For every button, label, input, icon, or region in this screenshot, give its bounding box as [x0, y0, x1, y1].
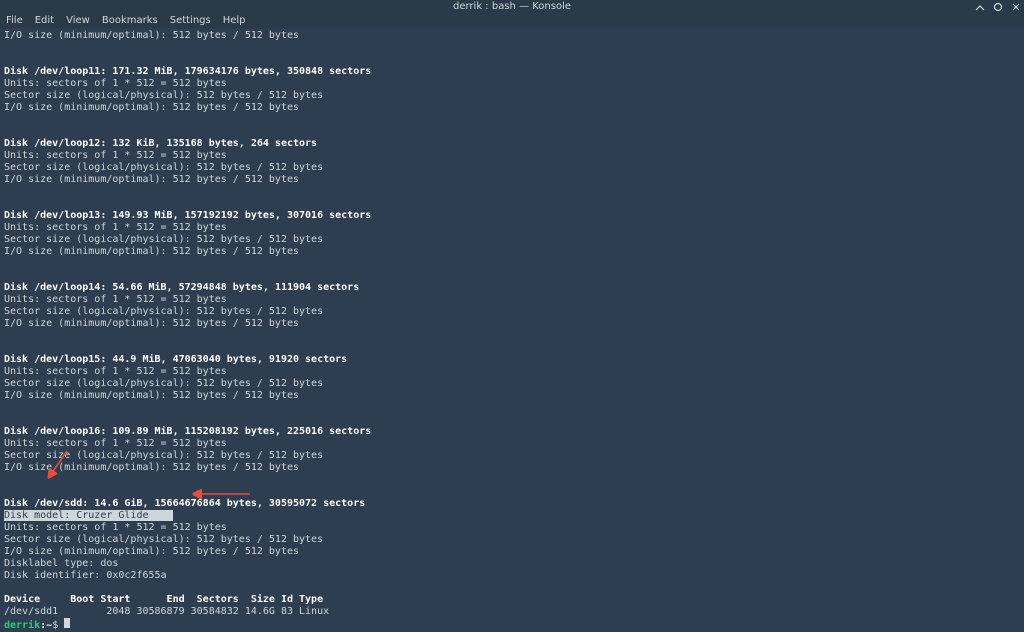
menu-bookmarks[interactable]: Bookmarks	[102, 15, 158, 27]
line: Units: sectors of 1 * 512 = 512 bytes	[4, 222, 227, 233]
disk-header: Disk /dev/loop16: 109.89 MiB, 115208192 …	[4, 426, 371, 437]
menu-view[interactable]: View	[66, 15, 90, 27]
line: Units: sectors of 1 * 512 = 512 bytes	[4, 294, 227, 305]
line: I/O size (minimum/optimal): 512 bytes / …	[4, 30, 299, 41]
prompt-user: derrik	[4, 620, 40, 631]
menu-file[interactable]: File	[6, 15, 23, 27]
menubar: File Edit View Bookmarks Settings Help	[0, 14, 1024, 28]
disk-header: Disk /dev/loop12: 132 KiB, 135168 bytes,…	[4, 138, 317, 149]
line: Units: sectors of 1 * 512 = 512 bytes	[4, 150, 227, 161]
line: I/O size (minimum/optimal): 512 bytes / …	[4, 546, 299, 557]
prompt-dollar: $	[52, 620, 64, 631]
line: Units: sectors of 1 * 512 = 512 bytes	[4, 522, 227, 533]
maximize-button[interactable]	[992, 1, 1004, 13]
menu-settings[interactable]: Settings	[170, 15, 211, 27]
terminal-output[interactable]: I/O size (minimum/optimal): 512 bytes / …	[0, 28, 1024, 541]
partition-table-header: Device Boot Start End Sectors Size Id Ty…	[4, 594, 323, 605]
titlebar: derrik : bash — Konsole	[0, 0, 1024, 14]
line: I/O size (minimum/optimal): 512 bytes / …	[4, 174, 299, 185]
line: Sector size (logical/physical): 512 byte…	[4, 534, 323, 545]
partition-row: /dev/sdd1 2048 30586879 30584832 14.6G 8…	[4, 606, 329, 617]
line: I/O size (minimum/optimal): 512 bytes / …	[4, 246, 299, 257]
line: Sector size (logical/physical): 512 byte…	[4, 450, 323, 461]
close-button[interactable]	[1010, 1, 1022, 13]
line: Sector size (logical/physical): 512 byte…	[4, 234, 323, 245]
cursor	[64, 618, 70, 628]
line: Disk identifier: 0x0c2f655a	[4, 570, 167, 581]
line: Units: sectors of 1 * 512 = 512 bytes	[4, 78, 227, 89]
line: I/O size (minimum/optimal): 512 bytes / …	[4, 102, 299, 113]
line: I/O size (minimum/optimal): 512 bytes / …	[4, 390, 299, 401]
minimize-button[interactable]	[974, 1, 986, 13]
line: Sector size (logical/physical): 512 byte…	[4, 90, 323, 101]
disk-header: Disk /dev/loop14: 54.66 MiB, 57294848 by…	[4, 282, 359, 293]
line: Sector size (logical/physical): 512 byte…	[4, 162, 323, 173]
menu-help[interactable]: Help	[223, 15, 246, 27]
line: I/O size (minimum/optimal): 512 bytes / …	[4, 462, 299, 473]
disk-header: Disk /dev/loop11: 171.32 MiB, 179634176 …	[4, 66, 371, 77]
window-title: derrik : bash — Konsole	[453, 1, 571, 12]
disk-header-sdd: Disk /dev/sdd: 14.6 GiB, 15664676864 byt…	[4, 498, 365, 509]
disk-model-highlight: Disk model: Cruzer Glide	[4, 510, 173, 521]
line: Sector size (logical/physical): 512 byte…	[4, 378, 323, 389]
line: Sector size (logical/physical): 512 byte…	[4, 306, 323, 317]
line: Units: sectors of 1 * 512 = 512 bytes	[4, 438, 227, 449]
menu-edit[interactable]: Edit	[35, 15, 54, 27]
disk-header: Disk /dev/loop13: 149.93 MiB, 157192192 …	[4, 210, 371, 221]
line: Disklabel type: dos	[4, 558, 118, 569]
line: I/O size (minimum/optimal): 512 bytes / …	[4, 318, 299, 329]
window-controls	[974, 0, 1022, 14]
disk-header: Disk /dev/loop15: 44.9 MiB, 47063040 byt…	[4, 354, 347, 365]
line: Units: sectors of 1 * 512 = 512 bytes	[4, 366, 227, 377]
